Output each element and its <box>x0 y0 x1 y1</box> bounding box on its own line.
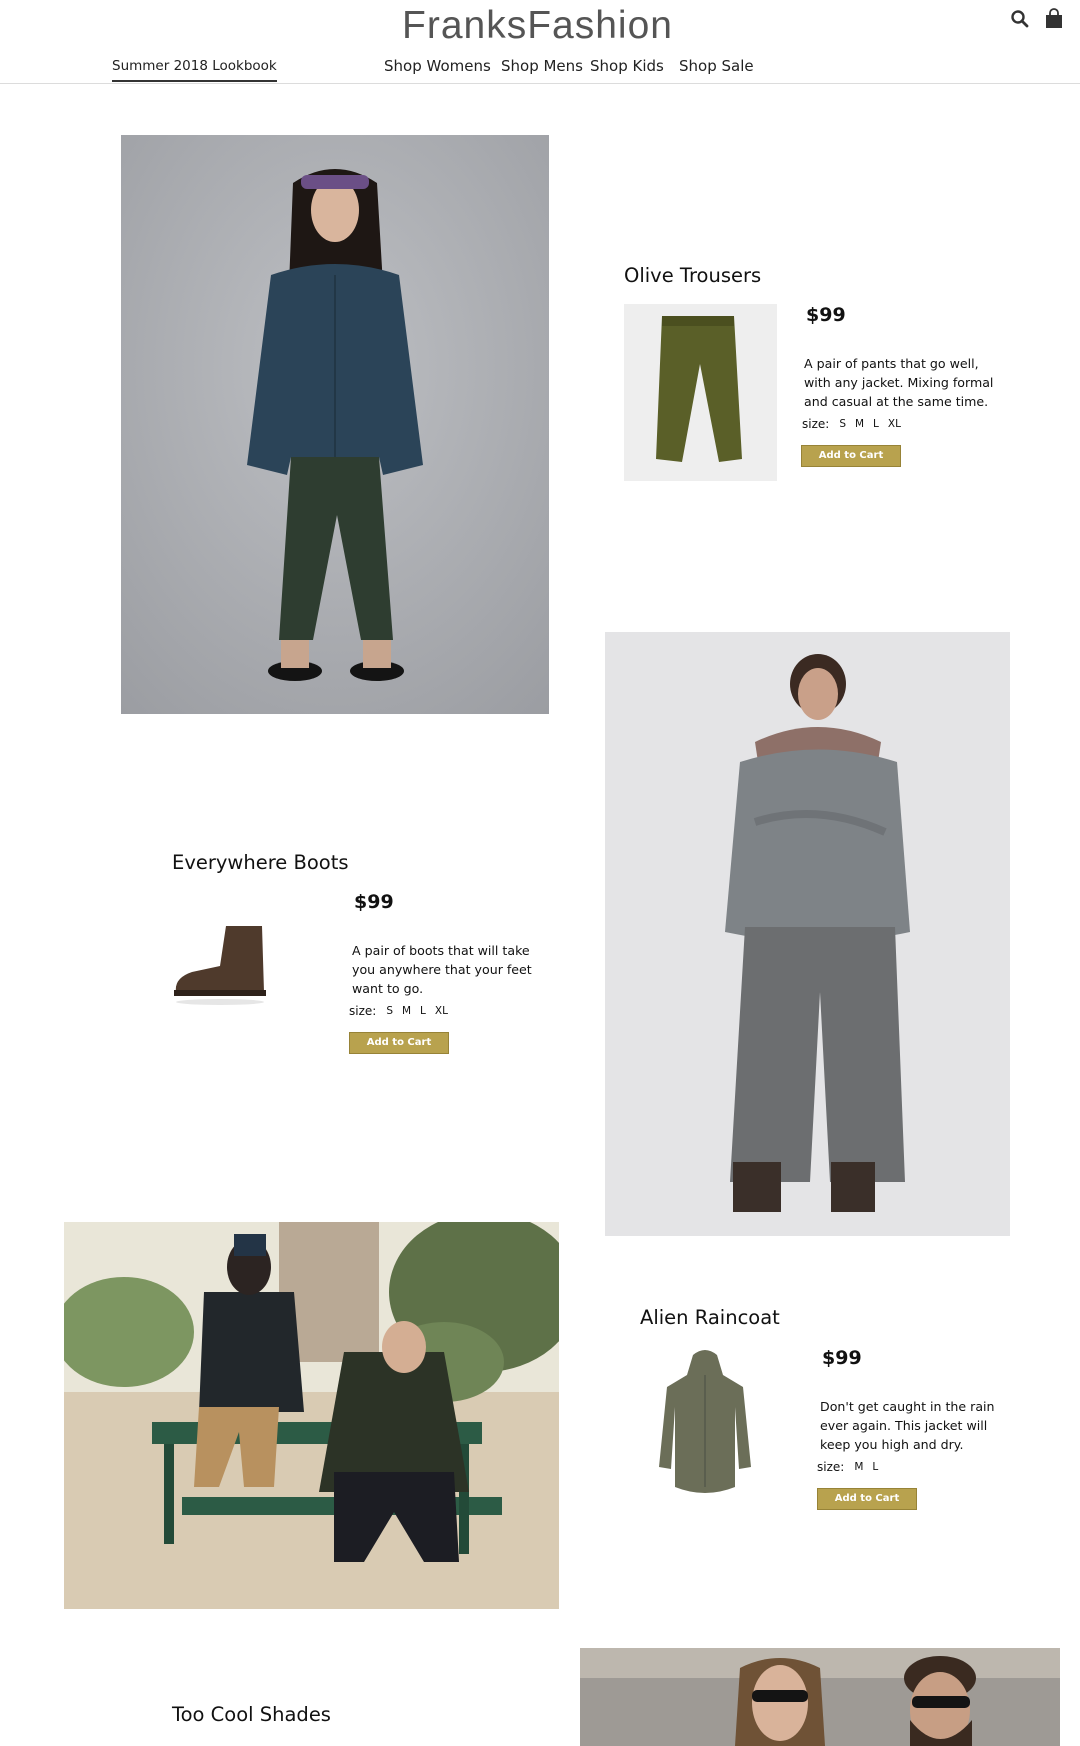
size-selector: size: S M L XL <box>349 1004 457 1018</box>
size-option-xl[interactable]: XL <box>888 418 901 430</box>
size-option-m[interactable]: M <box>402 1005 411 1017</box>
product-description: Don't get caught in the rain ever again.… <box>820 1399 995 1452</box>
size-label: size: <box>817 1460 845 1474</box>
size-option-m[interactable]: M <box>855 418 864 430</box>
search-icon[interactable] <box>1009 8 1031 30</box>
size-option-s[interactable]: S <box>839 418 846 430</box>
size-selector: size: S M L XL <box>802 417 910 431</box>
site-header: FranksFashion Summer 2018 Lookbook Shop … <box>0 0 1080 84</box>
product-price: $99 <box>806 304 846 326</box>
nav-shop-mens[interactable]: Shop Mens <box>501 57 583 75</box>
add-to-cart-button[interactable]: Add to Cart <box>801 445 901 467</box>
product-title: Olive Trousers <box>624 264 762 287</box>
shopping-bag-icon[interactable] <box>1043 8 1065 30</box>
size-option-l[interactable]: L <box>420 1005 426 1017</box>
lookbook-photo-man-navy-jacket <box>121 135 549 714</box>
size-label: size: <box>802 417 830 431</box>
size-option-s[interactable]: S <box>386 1005 393 1017</box>
product-price: $99 <box>822 1347 862 1369</box>
product-price: $99 <box>354 891 394 913</box>
size-option-l[interactable]: L <box>872 1461 878 1473</box>
product-description: A pair of pants that go well, with any j… <box>804 356 994 409</box>
product-title: Too Cool Shades <box>172 1703 331 1726</box>
nav-shop-womens[interactable]: Shop Womens <box>384 57 491 75</box>
add-to-cart-button[interactable]: Add to Cart <box>349 1032 449 1054</box>
nav-shop-kids[interactable]: Shop Kids <box>590 57 664 75</box>
product-thumbnail-everywhere-boots[interactable] <box>170 916 275 1008</box>
size-option-xl[interactable]: XL <box>435 1005 448 1017</box>
lookbook-photo-couple-sunglasses <box>580 1648 1060 1746</box>
size-option-m[interactable]: M <box>854 1461 863 1473</box>
product-description: A pair of boots that will take you anywh… <box>352 943 532 996</box>
brand-logo[interactable]: FranksFashion <box>0 4 1075 48</box>
lookbook-photo-woman-grey-parka <box>605 632 1010 1236</box>
product-thumbnail-olive-trousers[interactable] <box>624 304 777 481</box>
size-option-l[interactable]: L <box>873 418 879 430</box>
lookbook-photo-two-men-bench <box>64 1222 559 1609</box>
product-title: Alien Raincoat <box>640 1306 780 1329</box>
add-to-cart-button[interactable]: Add to Cart <box>817 1488 917 1510</box>
size-label: size: <box>349 1004 377 1018</box>
product-thumbnail-alien-raincoat[interactable] <box>653 1347 758 1502</box>
product-title: Everywhere Boots <box>172 851 349 874</box>
nav-lookbook-tab[interactable]: Summer 2018 Lookbook <box>112 58 277 82</box>
size-selector: size: M L <box>817 1460 887 1474</box>
nav-shop-sale[interactable]: Shop Sale <box>679 57 754 75</box>
